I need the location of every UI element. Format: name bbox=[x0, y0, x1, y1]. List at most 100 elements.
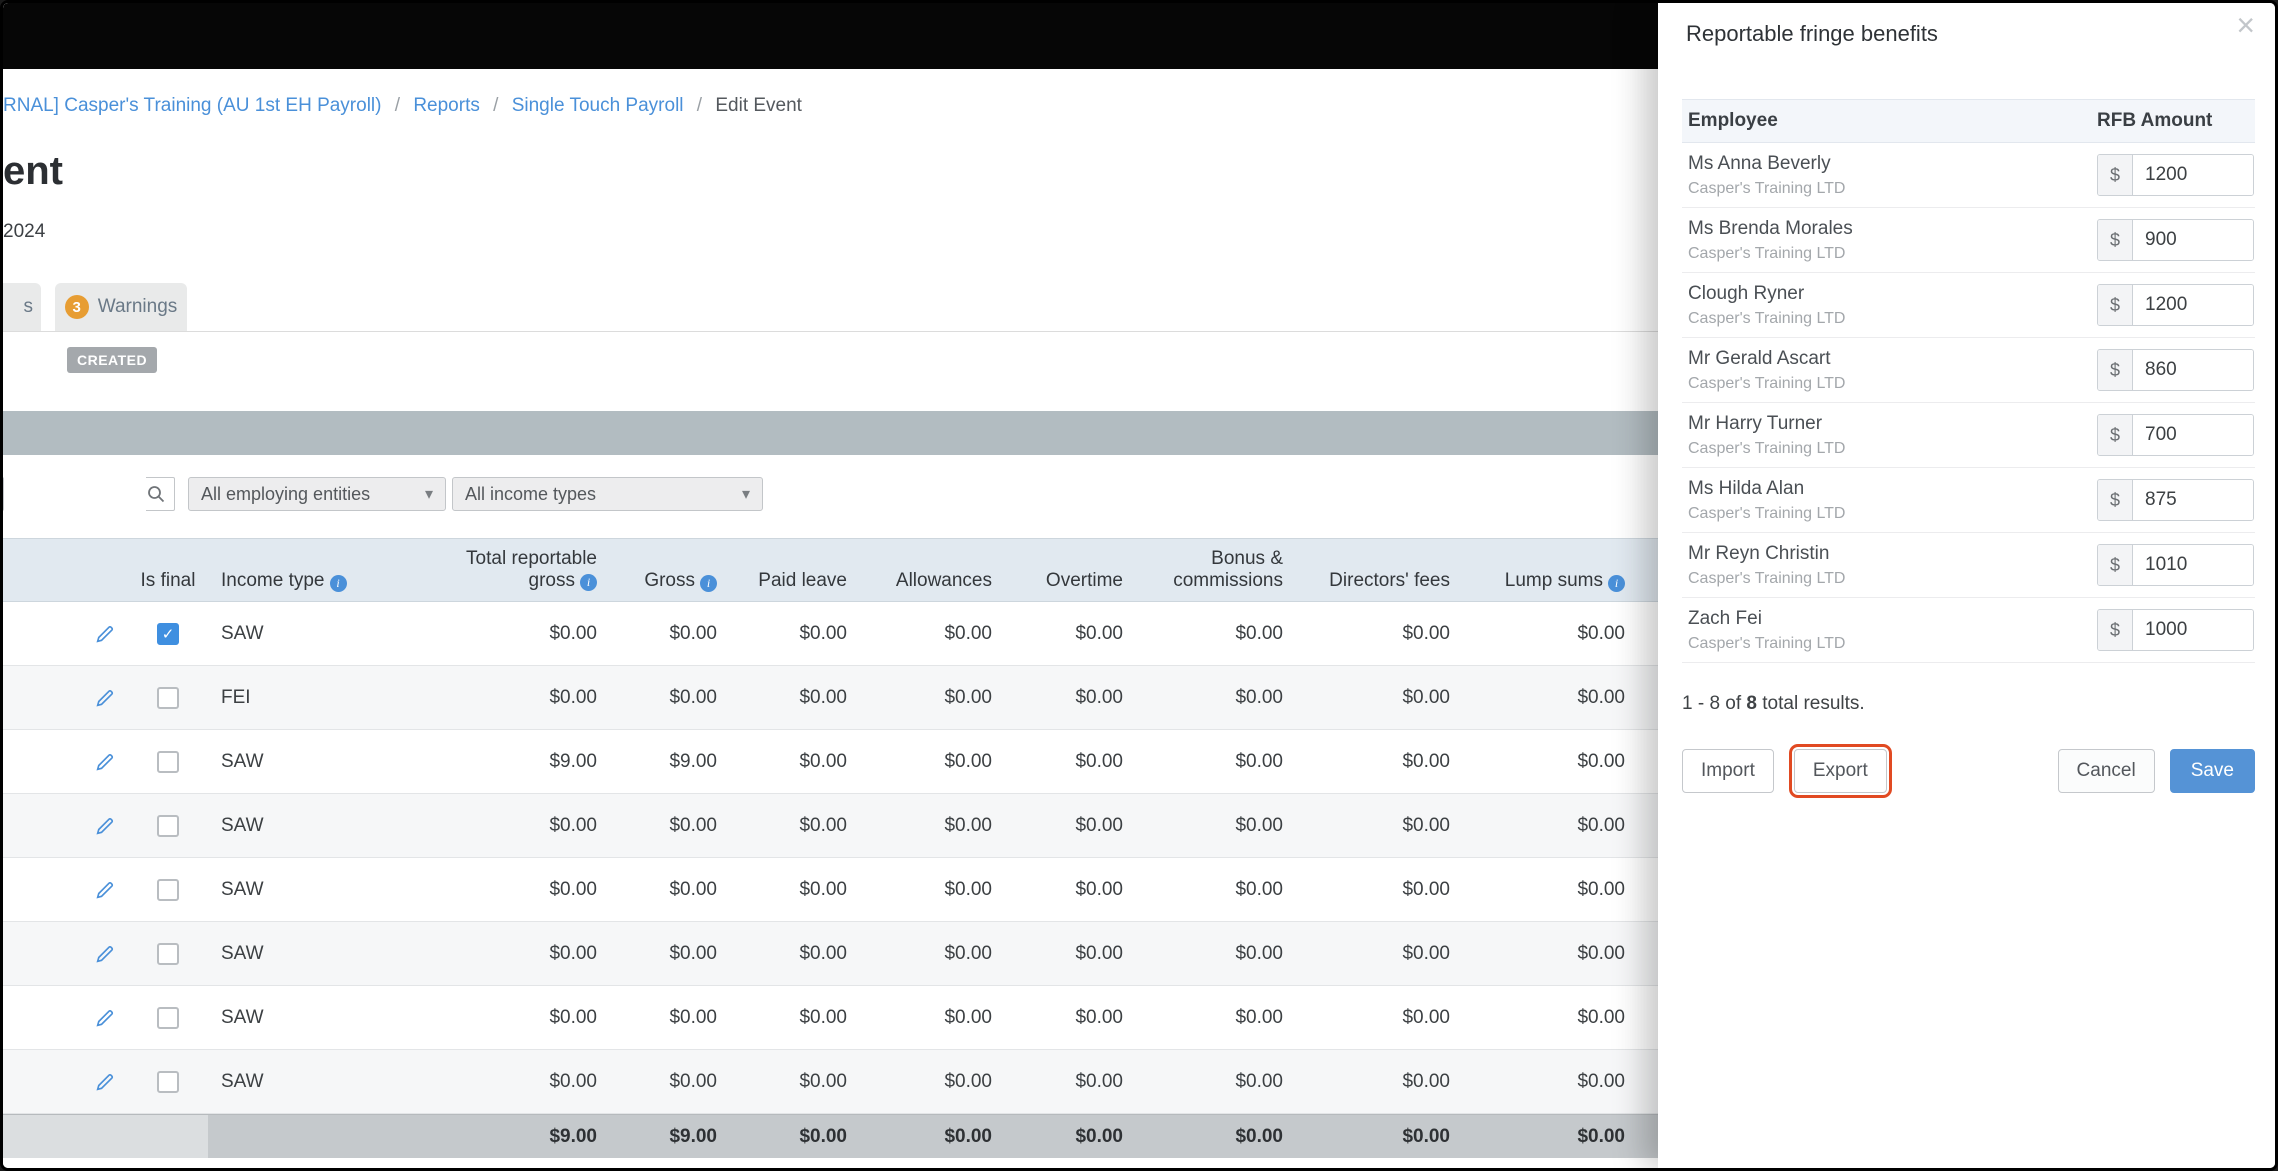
total-reportable-gross-value: $0.00 bbox=[549, 1070, 597, 1092]
income-types-select[interactable]: All income types ▾ bbox=[452, 477, 763, 511]
info-icon[interactable]: i bbox=[329, 575, 347, 592]
rfb-table: Employee RFB Amount Ms Anna Beverly Caspe… bbox=[1682, 99, 2255, 663]
table-row: SAW $0.00 $0.00 $0.00 $0.00 $0.00 $0.00 … bbox=[3, 986, 1661, 1050]
col-paid-leave: Paid leave bbox=[758, 570, 847, 591]
edit-icon[interactable] bbox=[94, 815, 116, 837]
bonus-commissions-value: $0.00 bbox=[1235, 942, 1283, 964]
employee-company: Casper's Training LTD bbox=[1688, 309, 1846, 327]
table-header-row: Is final Income type i Total reportable g… bbox=[3, 538, 1661, 602]
currency-prefix: $ bbox=[2098, 610, 2133, 650]
search-input[interactable] bbox=[4, 477, 146, 511]
overtime-value: $0.00 bbox=[1075, 1006, 1123, 1028]
gross-value: $0.00 bbox=[669, 942, 717, 964]
lump-sums-value: $0.00 bbox=[1577, 1006, 1625, 1028]
employee-name: Ms Hilda Alan bbox=[1688, 477, 1805, 499]
is-final-checkbox[interactable] bbox=[157, 942, 179, 965]
paid-leave-value: $0.00 bbox=[799, 750, 847, 772]
rfb-amount-input[interactable] bbox=[2133, 610, 2253, 650]
total-reportable-gross-value: $0.00 bbox=[549, 814, 597, 836]
edit-icon[interactable] bbox=[94, 879, 116, 901]
edit-icon[interactable] bbox=[94, 623, 116, 645]
info-icon[interactable]: i bbox=[1608, 575, 1625, 592]
currency-prefix: $ bbox=[2098, 480, 2133, 520]
totals-row: $9.00 $9.00 $0.00 $0.00 $0.00 $0.00 $0.0… bbox=[3, 1114, 1661, 1158]
rfb-amount-field: $ bbox=[2097, 219, 2254, 261]
chevron-down-icon: ▾ bbox=[741, 486, 750, 503]
directors-fees-value: $0.00 bbox=[1402, 1070, 1450, 1092]
export-button[interactable]: Export bbox=[1788, 744, 1892, 798]
tab-warnings[interactable]: 3 Warnings bbox=[55, 283, 187, 331]
col-total-reportable-gross: Total reportable gross i bbox=[466, 548, 597, 591]
rfb-row: Clough Ryner Casper's Training LTD $ bbox=[1682, 273, 2255, 338]
col-directors-fees: Directors' fees bbox=[1329, 570, 1450, 591]
overtime-value: $0.00 bbox=[1075, 1070, 1123, 1092]
is-final-checkbox[interactable] bbox=[157, 814, 179, 837]
currency-prefix: $ bbox=[2098, 415, 2133, 455]
breadcrumb: RNAL] Casper's Training (AU 1st EH Payro… bbox=[3, 93, 802, 119]
rfb-amount-input[interactable] bbox=[2133, 285, 2253, 325]
employing-entities-select[interactable]: All employing entities ▾ bbox=[188, 477, 446, 511]
lump-sums-total: $0.00 bbox=[1456, 1115, 1631, 1158]
rfb-amount-input[interactable] bbox=[2133, 415, 2253, 455]
employee-name: Ms Anna Beverly bbox=[1688, 152, 1831, 174]
rfb-amount-input[interactable] bbox=[2133, 480, 2253, 520]
lump-sums-value: $0.00 bbox=[1577, 686, 1625, 708]
income-type-value: SAW bbox=[221, 1006, 264, 1028]
tab-partial[interactable]: s bbox=[3, 283, 41, 331]
rfb-amount-field: $ bbox=[2097, 154, 2254, 196]
rfb-amount-input[interactable] bbox=[2133, 350, 2253, 390]
employee-company: Casper's Training LTD bbox=[1688, 179, 1846, 197]
edit-icon[interactable] bbox=[94, 687, 116, 709]
paid-leave-total: $0.00 bbox=[723, 1115, 853, 1158]
income-type-value: SAW bbox=[221, 942, 264, 964]
edit-icon[interactable] bbox=[94, 1007, 116, 1029]
is-final-checkbox[interactable] bbox=[157, 686, 179, 709]
breadcrumb-current: Edit Event bbox=[715, 95, 802, 116]
is-final-checkbox[interactable] bbox=[157, 1070, 179, 1093]
col-allowances: Allowances bbox=[895, 570, 992, 591]
info-icon[interactable]: i bbox=[700, 575, 717, 592]
cancel-button[interactable]: Cancel bbox=[2057, 749, 2155, 793]
table-row: FEI $0.00 $0.00 $0.00 $0.00 $0.00 $0.00 … bbox=[3, 666, 1661, 730]
breadcrumb-org-link[interactable]: RNAL] Casper's Training (AU 1st EH Payro… bbox=[3, 95, 381, 116]
employee-company: Casper's Training LTD bbox=[1688, 634, 1846, 652]
edit-icon[interactable] bbox=[94, 1071, 116, 1093]
table-row: SAW $0.00 $0.00 $0.00 $0.00 $0.00 $0.00 … bbox=[3, 1050, 1661, 1114]
save-button[interactable]: Save bbox=[2169, 749, 2255, 793]
breadcrumb-stp-link[interactable]: Single Touch Payroll bbox=[512, 95, 684, 116]
rfb-amount-field: $ bbox=[2097, 414, 2254, 456]
col-employee: Employee bbox=[1688, 110, 1778, 131]
total-reportable-gross-value: $0.00 bbox=[549, 622, 597, 644]
lump-sums-value: $0.00 bbox=[1577, 750, 1625, 772]
is-final-checkbox[interactable] bbox=[157, 750, 179, 773]
warnings-tab-label: Warnings bbox=[97, 296, 178, 317]
col-bonus-commissions: Bonus & commissions bbox=[1173, 548, 1283, 591]
rfb-amount-field: $ bbox=[2097, 544, 2254, 586]
paid-leave-value: $0.00 bbox=[799, 1006, 847, 1028]
allowances-value: $0.00 bbox=[944, 942, 992, 964]
table-row: SAW $9.00 $9.00 $0.00 $0.00 $0.00 $0.00 … bbox=[3, 730, 1661, 794]
is-final-checkbox[interactable] bbox=[157, 878, 179, 901]
overtime-total: $0.00 bbox=[998, 1115, 1129, 1158]
edit-icon[interactable] bbox=[94, 943, 116, 965]
total-reportable-gross-value: $0.00 bbox=[549, 1006, 597, 1028]
rfb-amount-input[interactable] bbox=[2133, 220, 2253, 260]
bonus-commissions-value: $0.00 bbox=[1235, 750, 1283, 772]
rfb-amount-input[interactable] bbox=[2133, 545, 2253, 585]
info-icon[interactable]: i bbox=[580, 574, 597, 591]
employee-name: Zach Fei bbox=[1688, 607, 1762, 629]
breadcrumb-reports-link[interactable]: Reports bbox=[413, 95, 480, 116]
bonus-commissions-value: $0.00 bbox=[1235, 814, 1283, 836]
filter-bar: All employing entities ▾ All income type… bbox=[3, 477, 1661, 511]
is-final-checkbox[interactable] bbox=[157, 1006, 179, 1029]
table-row: SAW $0.00 $0.00 $0.00 $0.00 $0.00 $0.00 … bbox=[3, 858, 1661, 922]
rfb-amount-input[interactable] bbox=[2133, 155, 2253, 195]
is-final-checkbox[interactable]: ✓ bbox=[157, 622, 179, 645]
rfb-row: Mr Reyn Christin Casper's Training LTD $ bbox=[1682, 533, 2255, 598]
search-box bbox=[3, 477, 175, 511]
edit-icon[interactable] bbox=[94, 751, 116, 773]
import-button[interactable]: Import bbox=[1682, 749, 1774, 793]
gross-value: $0.00 bbox=[669, 1006, 717, 1028]
col-lump-sums: Lump sums bbox=[1504, 570, 1603, 591]
close-icon[interactable]: × bbox=[2236, 9, 2255, 41]
